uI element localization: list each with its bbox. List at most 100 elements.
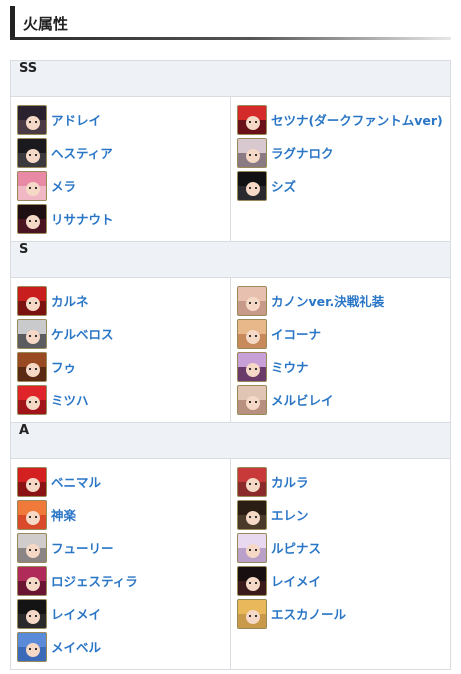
character-portrait-icon[interactable] xyxy=(237,351,267,382)
portrait-eyes xyxy=(29,186,37,189)
character-name-link[interactable]: エレン xyxy=(271,505,309,524)
character-name-link[interactable]: イコーナ xyxy=(271,324,321,343)
portrait-face xyxy=(26,181,40,196)
character-name-link[interactable]: シズ xyxy=(271,176,296,195)
character-portrait-icon[interactable] xyxy=(17,203,47,234)
portrait-face xyxy=(26,148,40,163)
character-entry[interactable]: メイベル xyxy=(17,630,230,663)
portrait-face xyxy=(26,477,40,492)
character-portrait-icon[interactable] xyxy=(237,466,267,497)
character-portrait-icon[interactable] xyxy=(17,285,47,316)
character-name-link[interactable]: ミツハ xyxy=(51,390,89,409)
portrait-face xyxy=(246,115,260,130)
character-portrait-icon[interactable] xyxy=(237,170,267,201)
character-portrait-icon[interactable] xyxy=(237,384,267,415)
character-name-link[interactable]: メイベル xyxy=(51,637,101,656)
character-entry[interactable]: フゥ xyxy=(17,350,230,383)
portrait-face xyxy=(26,214,40,229)
portrait-face xyxy=(246,576,260,591)
character-entry[interactable]: エスカノール xyxy=(237,597,450,630)
character-portrait-icon[interactable] xyxy=(237,318,267,349)
character-entry[interactable]: 神楽 xyxy=(17,498,230,531)
character-name-link[interactable]: カノンver.決戦礼装 xyxy=(271,291,384,310)
character-entry[interactable]: ミウナ xyxy=(237,350,450,383)
portrait-eyes xyxy=(249,367,257,370)
character-entry[interactable]: アドレイ xyxy=(17,103,230,136)
character-name-link[interactable]: ラグナロク xyxy=(271,143,334,162)
character-entry[interactable]: リサナウト xyxy=(17,202,230,235)
character-entry[interactable]: カルラ xyxy=(237,465,450,498)
character-portrait-icon[interactable] xyxy=(17,170,47,201)
character-name-link[interactable]: メラ xyxy=(51,176,76,195)
character-name-link[interactable]: レイメイ xyxy=(51,604,101,623)
portrait-face xyxy=(246,329,260,344)
character-portrait-icon[interactable] xyxy=(237,137,267,168)
character-portrait-icon[interactable] xyxy=(237,598,267,629)
character-portrait-icon[interactable] xyxy=(17,565,47,596)
portrait-eyes xyxy=(29,367,37,370)
portrait-face xyxy=(246,148,260,163)
tier-table: SS アドレイ ヘスティア メラ リサナウト セツナ(ダークファントムver) ラグナロクシ… xyxy=(10,60,451,670)
character-portrait-icon[interactable] xyxy=(17,384,47,415)
character-entry[interactable]: エレン xyxy=(237,498,450,531)
character-name-link[interactable]: アドレイ xyxy=(51,110,101,129)
character-portrait-icon[interactable] xyxy=(17,104,47,135)
character-portrait-icon[interactable] xyxy=(237,565,267,596)
portrait-eyes xyxy=(249,614,257,617)
character-entry[interactable]: ミツハ xyxy=(17,383,230,416)
tier-characters-row: ベニマル 神楽 フューリー ロジェスティラ レイメイ メイベル カルラ エレン ルピナス レイメイ… xyxy=(10,458,451,670)
character-entry[interactable]: カノンver.決戦礼装 xyxy=(237,284,450,317)
character-name-link[interactable]: カルネ xyxy=(51,291,89,310)
character-name-link[interactable]: ベニマル xyxy=(51,472,101,491)
character-name-link[interactable]: ミウナ xyxy=(271,357,309,376)
character-portrait-icon[interactable] xyxy=(17,318,47,349)
character-name-link[interactable]: フゥ xyxy=(51,357,76,376)
character-portrait-icon[interactable] xyxy=(237,499,267,530)
character-portrait-icon[interactable] xyxy=(17,631,47,662)
character-name-link[interactable]: エスカノール xyxy=(271,604,346,623)
portrait-face xyxy=(26,395,40,410)
character-name-link[interactable]: ヘスティア xyxy=(51,143,113,162)
character-entry[interactable]: ヘスティア xyxy=(17,136,230,169)
character-portrait-icon[interactable] xyxy=(17,598,47,629)
character-name-link[interactable]: カルラ xyxy=(271,472,309,491)
character-column-left: ベニマル神楽フューリーロジェスティラ レイメイメイベル xyxy=(10,458,231,670)
character-name-link[interactable]: リサナウト xyxy=(51,209,114,228)
character-name-link[interactable]: ルピナス xyxy=(271,538,321,557)
character-entry[interactable]: カルネ xyxy=(17,284,230,317)
character-entry[interactable]: ベニマル xyxy=(17,465,230,498)
character-name-link[interactable]: レイメイ xyxy=(271,571,321,590)
character-entry[interactable]: ロジェスティラ xyxy=(17,564,230,597)
character-portrait-icon[interactable] xyxy=(237,532,267,563)
character-column-left: アドレイヘスティアメラリサナウト xyxy=(10,96,231,242)
character-entry[interactable]: レイメイ xyxy=(17,597,230,630)
character-portrait-icon[interactable] xyxy=(17,466,47,497)
character-name-link[interactable]: ロジェスティラ xyxy=(51,571,138,590)
character-portrait-icon[interactable] xyxy=(17,532,47,563)
character-name-link[interactable]: セツナ(ダークファントムver) xyxy=(271,110,443,129)
character-entry[interactable]: メラ xyxy=(17,169,230,202)
portrait-eyes xyxy=(29,647,37,650)
character-name-link[interactable]: ケルベロス xyxy=(51,324,114,343)
character-name-link[interactable]: 神楽 xyxy=(51,505,76,524)
character-entry[interactable]: イコーナ xyxy=(237,317,450,350)
character-entry[interactable]: セツナ(ダークファントムver) xyxy=(237,103,450,136)
character-entry[interactable]: シズ xyxy=(237,169,450,202)
portrait-face xyxy=(26,115,40,130)
character-portrait-icon[interactable] xyxy=(237,285,267,316)
character-entry[interactable]: レイメイ xyxy=(237,564,450,597)
character-portrait-icon[interactable] xyxy=(17,137,47,168)
character-entry[interactable]: ラグナロク xyxy=(237,136,450,169)
character-entry[interactable]: ケルベロス xyxy=(17,317,230,350)
character-name-link[interactable]: フューリー xyxy=(51,538,114,557)
character-portrait-icon[interactable] xyxy=(237,104,267,135)
character-entry[interactable]: フューリー xyxy=(17,531,230,564)
character-portrait-icon[interactable] xyxy=(17,351,47,382)
character-name-link[interactable]: メルビレイ xyxy=(271,390,334,409)
character-entry[interactable]: ルピナス xyxy=(237,531,450,564)
portrait-eyes xyxy=(29,581,37,584)
character-portrait-icon[interactable] xyxy=(17,499,47,530)
portrait-face xyxy=(26,642,40,657)
portrait-face xyxy=(246,543,260,558)
character-entry[interactable]: メルビレイ xyxy=(237,383,450,416)
